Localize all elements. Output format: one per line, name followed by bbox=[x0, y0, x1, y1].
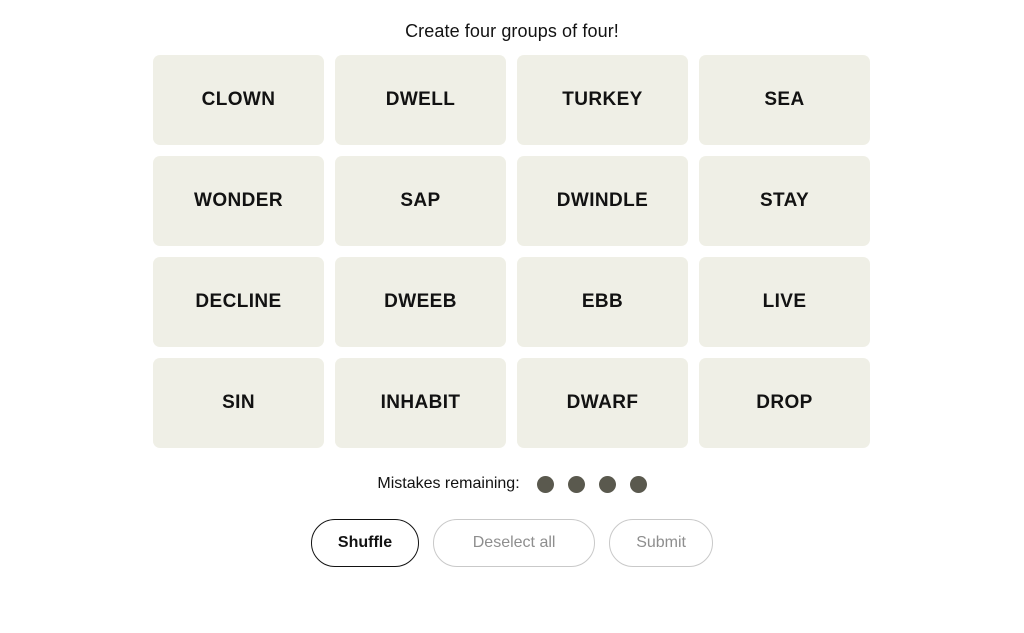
mistake-dots bbox=[536, 475, 647, 493]
word-tile[interactable]: DWELL bbox=[335, 55, 506, 145]
word-tile[interactable]: SAP bbox=[335, 156, 506, 246]
word-tile-label: SEA bbox=[764, 89, 805, 110]
submit-button[interactable]: Submit bbox=[609, 519, 714, 567]
word-tile[interactable]: TURKEY bbox=[517, 55, 688, 145]
connections-game: Create four groups of four! CLOWN DWELL … bbox=[0, 0, 1024, 633]
mistake-dot-icon bbox=[536, 475, 554, 493]
word-tile-label: SIN bbox=[222, 392, 255, 413]
word-tile-label: INHABIT bbox=[380, 392, 461, 413]
word-tile[interactable]: CLOWN bbox=[153, 55, 324, 145]
word-tile-label: CLOWN bbox=[201, 89, 276, 110]
shuffle-button[interactable]: Shuffle bbox=[310, 519, 420, 567]
word-tile[interactable]: SEA bbox=[699, 55, 870, 145]
word-tile-label: DWEEB bbox=[384, 291, 457, 312]
word-tile-label: LIVE bbox=[762, 291, 807, 312]
word-tile[interactable]: DROP bbox=[699, 358, 870, 448]
word-tile-label: SAP bbox=[400, 190, 441, 211]
word-tile[interactable]: DECLINE bbox=[153, 257, 324, 347]
word-tile[interactable]: EBB bbox=[517, 257, 688, 347]
word-tile[interactable]: INHABIT bbox=[335, 358, 506, 448]
word-tile-label: DROP bbox=[756, 392, 813, 413]
word-tile-label: DWARF bbox=[566, 392, 639, 413]
mistakes-label: Mistakes remaining: bbox=[377, 475, 520, 492]
word-tile[interactable]: DWINDLE bbox=[517, 156, 688, 246]
mistake-dot-icon bbox=[629, 475, 647, 493]
word-tile[interactable]: STAY bbox=[699, 156, 870, 246]
word-tile-label: TURKEY bbox=[562, 89, 643, 110]
word-tile[interactable]: SIN bbox=[153, 358, 324, 448]
mistake-dot-icon bbox=[567, 475, 585, 493]
word-tile[interactable]: DWARF bbox=[517, 358, 688, 448]
word-tile-label: STAY bbox=[759, 190, 810, 211]
word-tile[interactable]: LIVE bbox=[699, 257, 870, 347]
action-buttons: Shuffle Deselect all Submit bbox=[310, 519, 714, 567]
word-tile-label: DWELL bbox=[385, 89, 456, 110]
word-tile[interactable]: DWEEB bbox=[335, 257, 506, 347]
word-tile-label: DECLINE bbox=[195, 291, 282, 312]
word-tile-label: DWINDLE bbox=[556, 190, 649, 211]
word-tile-label: EBB bbox=[581, 291, 624, 312]
mistake-dot-icon bbox=[598, 475, 616, 493]
word-tile[interactable]: WONDER bbox=[153, 156, 324, 246]
deselect-all-button[interactable]: Deselect all bbox=[433, 519, 596, 567]
page-title: Create four groups of four! bbox=[405, 21, 619, 41]
mistakes-remaining: Mistakes remaining: bbox=[377, 474, 647, 494]
word-grid: CLOWN DWELL TURKEY SEA WONDER SAP DWINDL… bbox=[153, 55, 871, 448]
word-tile-label: WONDER bbox=[194, 190, 283, 211]
